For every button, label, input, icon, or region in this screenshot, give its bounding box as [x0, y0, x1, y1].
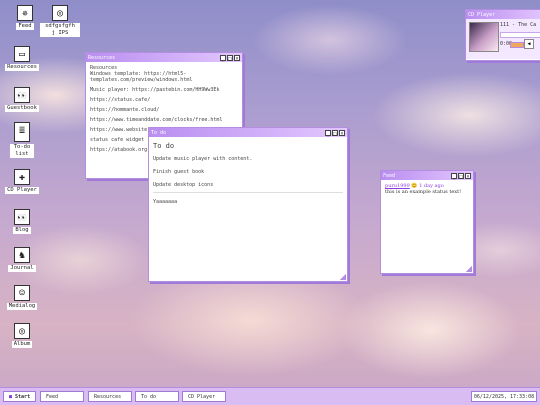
- album-art: [469, 22, 499, 52]
- pinwheel-icon: ✵: [17, 5, 33, 21]
- desktop-icon-label: Medialog: [6, 303, 38, 310]
- desktop-icon-cd-player[interactable]: ✚ CD Player: [2, 169, 42, 194]
- cd-player-body: 111 - The Ca 0:00 ◀: [466, 19, 540, 59]
- desktop-icon-label: Feed: [16, 23, 34, 30]
- notepad-icon: ≣: [14, 122, 30, 142]
- maximize-button[interactable]: □: [227, 54, 233, 62]
- close-button[interactable]: ×: [465, 172, 471, 180]
- todo-window[interactable]: To do _ □ × To do Update music player wi…: [148, 127, 348, 282]
- resize-handle[interactable]: [466, 266, 472, 272]
- taskbar-item-resources[interactable]: Resources: [88, 391, 132, 402]
- minimize-button[interactable]: _: [451, 172, 457, 180]
- start-button[interactable]: ■ Start: [3, 391, 36, 402]
- desktop-icon-file[interactable]: ◎ sdfgsfgfh j IPS: [40, 5, 80, 37]
- window-controls: _ □ ×: [325, 129, 345, 137]
- minimize-button[interactable]: _: [325, 129, 331, 137]
- desktop-icon-guestbook[interactable]: 👀 Guestbook: [2, 87, 42, 112]
- resource-link[interactable]: Music player: https://pastebin.com/HH9Ww…: [90, 87, 238, 93]
- camera-icon: ◎: [14, 323, 30, 339]
- camera-icon: ◎: [52, 5, 68, 21]
- feed-titlebar[interactable]: Feed _ □ ×: [381, 171, 473, 180]
- close-button[interactable]: ×: [339, 129, 345, 137]
- taskbar-item-todo[interactable]: To do: [135, 391, 179, 402]
- desktop-icon-resources[interactable]: ▭ Resources: [2, 46, 42, 71]
- todo-item: Update music player with content.: [153, 156, 253, 162]
- resource-link[interactable]: Windows template: https://html5-template…: [90, 71, 238, 83]
- maximize-button[interactable]: □: [458, 172, 464, 180]
- taskbar: ■ Start Feed Resources To do CD Player 0…: [0, 387, 540, 405]
- cat-icon: ♞: [14, 247, 30, 263]
- desktop-icon-feed[interactable]: ✵ Feed: [5, 5, 45, 30]
- todo-heading: To do: [153, 142, 175, 150]
- desktop-icon-medialog[interactable]: ☺ Medialog: [2, 285, 42, 310]
- desktop-icon-label: Guestbook: [5, 105, 39, 112]
- taskbar-item-feed[interactable]: Feed: [40, 391, 84, 402]
- desktop-icon-label: Resources: [5, 64, 39, 71]
- feed-window[interactable]: Feed _ □ × puru1999 😊 1 day ago this is …: [380, 170, 474, 274]
- eyes-icon: 👀: [14, 87, 30, 103]
- resources-titlebar[interactable]: Resources _ □ ×: [86, 53, 242, 62]
- todo-item: Finish guest book: [153, 169, 205, 175]
- todo-content: To do Update music player with content. …: [149, 137, 347, 208]
- desktop-icon-journal[interactable]: ♞ Journal: [2, 247, 42, 272]
- desktop-icon-todo[interactable]: ≣ To-do list: [2, 122, 42, 158]
- taskbar-clock: 06/12/2025, 17:33:08: [471, 391, 537, 402]
- volume-slider[interactable]: [510, 42, 524, 48]
- window-controls: _ □ ×: [451, 172, 471, 180]
- character-icon: ☺: [14, 285, 30, 301]
- progress-bar[interactable]: [500, 32, 540, 38]
- window-title: Resources: [88, 54, 116, 61]
- resource-link[interactable]: https://www.timeanddate.com/clocks/free.…: [90, 117, 238, 123]
- desktop-icon-album[interactable]: ◎ Album: [2, 323, 42, 348]
- window-title: To do: [151, 129, 167, 136]
- bandage-icon: ✚: [14, 169, 30, 185]
- maximize-button[interactable]: □: [332, 129, 338, 137]
- resize-handle[interactable]: [340, 274, 346, 280]
- feed-content: puru1999 😊 1 day ago this is an example …: [381, 180, 473, 198]
- window-title: Feed: [383, 172, 396, 179]
- todo-item: Update desktop icons: [153, 182, 214, 188]
- resource-link[interactable]: https://status.cafe/: [90, 97, 238, 103]
- taskbar-item-cd-player[interactable]: CD Player: [182, 391, 226, 402]
- start-label: Start: [15, 394, 31, 400]
- desktop-icon-label: CD Player: [5, 187, 39, 194]
- desktop-icon-label: Journal: [8, 265, 36, 272]
- desktop-icon-label: To-do list: [10, 144, 34, 158]
- start-icon: ■: [9, 394, 13, 400]
- eyes-icon: 👀: [14, 209, 30, 225]
- desktop-icon-blog[interactable]: 👀 Blog: [2, 209, 42, 234]
- desktop-icon-label: sdfgsfgfh j IPS: [40, 23, 80, 37]
- desktop-icon-label: Blog: [13, 227, 31, 234]
- status-text: this is an example status text!: [385, 189, 462, 195]
- prev-button[interactable]: ◀: [524, 39, 534, 49]
- window-controls: _ □ ×: [220, 54, 240, 62]
- cd-player-titlebar[interactable]: CD Player: [466, 10, 540, 19]
- close-button[interactable]: ×: [234, 54, 240, 62]
- todo-titlebar[interactable]: To do _ □ ×: [149, 128, 347, 137]
- todo-input[interactable]: Yaaaaaaa: [153, 199, 343, 205]
- folder-icon: ▭: [14, 46, 30, 62]
- track-title: 111 - The Ca: [500, 22, 537, 28]
- cd-player-window[interactable]: CD Player 111 - The Ca 0:00 ◀: [465, 9, 540, 61]
- minimize-button[interactable]: _: [220, 54, 226, 62]
- desktop-icon-label: Album: [11, 341, 33, 348]
- resource-link[interactable]: https://hommante.cloud/: [90, 107, 238, 113]
- window-title: CD Player: [468, 11, 496, 18]
